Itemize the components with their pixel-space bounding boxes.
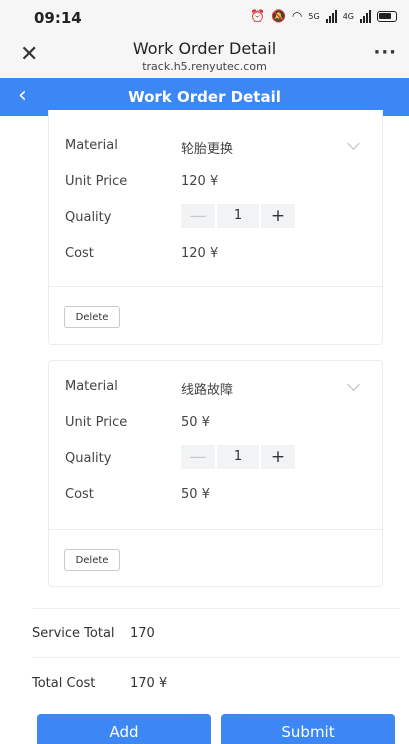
divider <box>32 657 399 658</box>
material-label: Material <box>65 138 118 153</box>
delete-button[interactable]: Delete <box>64 549 120 571</box>
divider <box>49 529 382 530</box>
unit-price-row: Unit Price 120 ¥ <box>65 172 366 192</box>
material-row[interactable]: Material 线路故障 <box>65 377 366 398</box>
material-card: Material 轮胎更换 Unit Price 120 ¥ Quality —… <box>48 110 383 345</box>
minus-button[interactable]: — <box>181 445 215 469</box>
quantity-stepper[interactable]: — 1 + <box>181 204 295 228</box>
status-time: 09:14 <box>34 9 82 27</box>
signal-icon <box>360 9 371 23</box>
alarm-icon: ⏰ <box>250 9 265 23</box>
wifi-icon: ◠ <box>291 9 303 23</box>
network-4g-label: 4G <box>342 11 354 21</box>
plus-button[interactable]: + <box>261 204 295 228</box>
quantity-value[interactable]: 1 <box>217 204 259 228</box>
plus-button[interactable]: + <box>261 445 295 469</box>
cost-row: Cost 50 ¥ <box>65 485 366 505</box>
chevron-down-icon[interactable] <box>347 378 360 391</box>
material-select[interactable]: 线路故障 <box>181 379 233 398</box>
material-card: Material 线路故障 Unit Price 50 ¥ Quality — … <box>48 360 383 587</box>
total-cost-value: 170 ¥ <box>130 676 168 691</box>
material-select[interactable]: 轮胎更换 <box>181 138 233 157</box>
browser-title: Work Order Detail <box>132 39 277 58</box>
cost-label: Cost <box>65 487 94 502</box>
status-bar: 09:14 ⏰ 🔕 ◠ 5G 4G <box>0 0 409 34</box>
unit-price-value: 120 ¥ <box>181 174 219 189</box>
browser-url: track.h5.renyutec.com <box>142 60 267 73</box>
quality-row: Quality — 1 + <box>65 445 366 469</box>
material-label: Material <box>65 379 118 394</box>
browser-header: ✕ Work Order Detail track.h5.renyutec.co… <box>0 34 409 78</box>
cost-row: Cost 120 ¥ <box>65 244 366 264</box>
quality-row: Quality — 1 + <box>65 204 366 228</box>
material-row[interactable]: Material 轮胎更换 <box>65 136 366 157</box>
total-cost-label: Total Cost <box>32 676 96 691</box>
signal-icon <box>325 9 337 23</box>
quantity-stepper[interactable]: — 1 + <box>181 445 295 469</box>
status-icons: ⏰ 🔕 ◠ 5G 4G <box>250 9 397 23</box>
submit-button[interactable]: Submit <box>221 714 395 744</box>
delete-button[interactable]: Delete <box>64 306 120 328</box>
divider <box>32 608 399 609</box>
page-title: Work Order Detail <box>128 88 281 106</box>
total-cost-row: Total Cost 170 ¥ <box>32 676 232 696</box>
cost-label: Cost <box>65 246 94 261</box>
cost-value: 120 ¥ <box>181 246 219 261</box>
service-total-value: 170 <box>130 626 155 641</box>
divider <box>49 286 382 287</box>
unit-price-label: Unit Price <box>65 174 128 189</box>
minus-button[interactable]: — <box>181 204 215 228</box>
quantity-value[interactable]: 1 <box>217 445 259 469</box>
cost-value: 50 ¥ <box>181 487 210 502</box>
quality-label: Quality <box>65 210 112 225</box>
chevron-down-icon[interactable] <box>347 137 360 150</box>
mute-icon: 🔕 <box>270 9 286 23</box>
service-total-label: Service Total <box>32 626 115 641</box>
unit-price-value: 50 ¥ <box>181 415 210 430</box>
unit-price-label: Unit Price <box>65 415 128 430</box>
add-button[interactable]: Add <box>37 714 211 744</box>
more-icon[interactable]: ··· <box>373 42 397 63</box>
network-5g-label: 5G <box>308 11 320 21</box>
service-total-row: Service Total 170 <box>32 626 232 646</box>
unit-price-row: Unit Price 50 ¥ <box>65 413 366 433</box>
battery-icon <box>377 10 397 22</box>
quality-label: Quality <box>65 451 112 466</box>
